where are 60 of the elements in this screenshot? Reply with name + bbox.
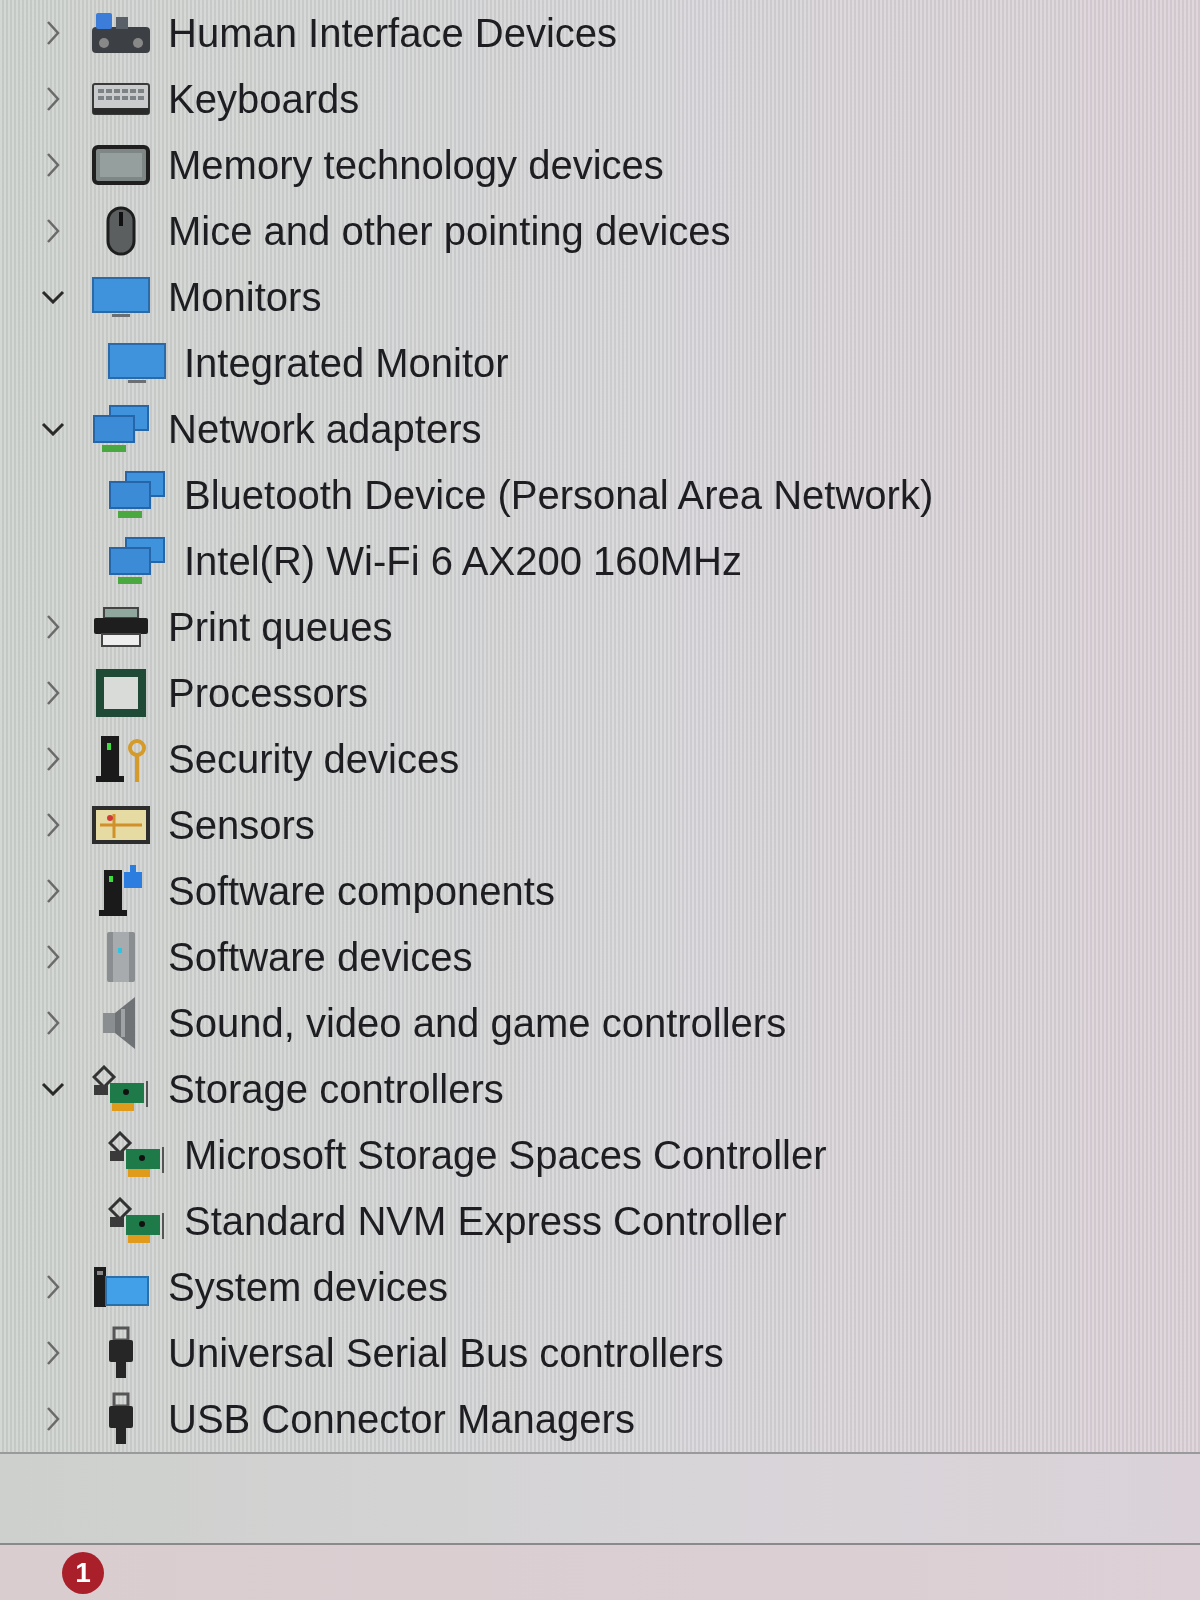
sensor-icon [92,806,150,844]
device-category[interactable]: Network adapters [168,405,482,453]
key-icon [95,734,147,784]
chevron-down-icon[interactable] [41,290,65,304]
device-name[interactable]: Intel(R) Wi-Fi 6 AX200 160MHz [184,537,742,585]
network-icon [108,537,166,585]
network-icon [92,405,150,453]
chevron-right-icon[interactable] [46,1274,60,1300]
device-category[interactable]: Sound, video and game controllers [168,999,787,1047]
device-category[interactable]: USB Connector Managers [168,1395,635,1443]
notification-badge: 1 [62,1551,104,1594]
chevron-right-icon[interactable] [46,746,60,772]
chevron-right-icon[interactable] [46,152,60,178]
chevron-right-icon[interactable] [46,20,60,46]
device-category[interactable]: Print queues [168,603,393,651]
device-category[interactable]: Memory technology devices [168,141,664,189]
device-category[interactable]: Processors [168,669,369,717]
chevron-down-icon[interactable] [41,422,65,436]
device-name[interactable]: Bluetooth Device (Personal Area Network) [184,471,934,519]
usb-plug-icon [106,1326,136,1380]
chevron-right-icon[interactable] [46,1406,60,1432]
device-category[interactable]: Universal Serial Bus controllers [168,1329,724,1377]
keyboard-icon [92,83,150,115]
device-category[interactable]: Software devices [168,933,473,981]
memory-card-icon [92,145,150,185]
device-name[interactable]: Standard NVM Express Controller [184,1197,787,1245]
device-category[interactable]: Mice and other pointing devices [168,207,731,255]
chevron-right-icon[interactable] [46,218,60,244]
system-icon [92,1265,150,1309]
device-category[interactable]: Security devices [168,735,460,783]
chevron-right-icon[interactable] [46,812,60,838]
network-icon [108,471,166,519]
device-category[interactable]: System devices [168,1263,449,1311]
storage-controller-icon [92,1065,150,1113]
chevron-right-icon[interactable] [46,944,60,970]
device-category[interactable]: Sensors [168,801,315,849]
chevron-right-icon[interactable] [46,680,60,706]
usb-plug-icon [106,1392,136,1446]
device-category[interactable]: Storage controllers [168,1065,504,1113]
chevron-right-icon[interactable] [46,1340,60,1366]
storage-controller-icon [108,1197,166,1245]
mouse-icon [106,206,136,256]
chevron-right-icon[interactable] [46,614,60,640]
device-name[interactable]: Integrated Monitor [184,339,509,387]
device-name[interactable]: Microsoft Storage Spaces Controller [184,1131,827,1179]
chevron-right-icon[interactable] [46,878,60,904]
monitor-icon [92,277,150,317]
device-category[interactable]: Keyboards [168,75,360,123]
chevron-right-icon[interactable] [46,1010,60,1036]
device-category[interactable]: Software components [168,867,555,915]
puzzle-icon [98,864,144,918]
device-category[interactable]: Monitors [168,273,322,321]
chevron-right-icon[interactable] [46,86,60,112]
printer-icon [92,607,150,647]
chevron-down-icon[interactable] [41,1082,65,1096]
input-device-icon [92,13,150,53]
chip-icon [96,669,146,717]
device-category[interactable]: Human Interface Devices [168,9,618,57]
monitor-icon [108,343,166,383]
storage-controller-icon [108,1131,166,1179]
